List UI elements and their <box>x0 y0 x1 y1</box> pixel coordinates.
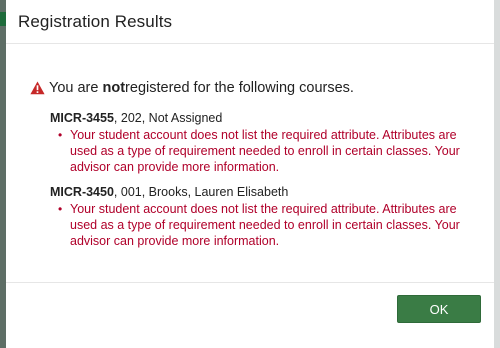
course-code: MICR-3450 <box>50 185 114 199</box>
course-line: MICR-3455, 202, Not Assigned <box>50 110 480 126</box>
page: Registration Results You are not registe… <box>0 0 500 348</box>
warning-triangle-icon <box>30 81 45 95</box>
registration-results-dialog: Registration Results You are not registe… <box>6 0 494 348</box>
dialog-footer: OK <box>6 282 494 348</box>
notice-emphasis: not <box>102 80 126 96</box>
error-text: Your student account does not list the r… <box>70 128 460 174</box>
error-list: • Your student account does not list the… <box>50 201 480 249</box>
backdrop-right <box>494 0 500 348</box>
ok-button[interactable]: OK <box>397 295 481 323</box>
course-line: MICR-3450, 001, Brooks, Lauren Elisabeth <box>50 184 480 200</box>
error-message: • Your student account does not list the… <box>58 201 480 249</box>
course-details: , 001, Brooks, Lauren Elisabeth <box>113 185 289 199</box>
dialog-body: You are not registered for the following… <box>6 44 494 282</box>
course-item: MICR-3455, 202, Not Assigned • Your stud… <box>50 110 480 175</box>
bullet-icon: • <box>58 202 63 216</box>
dialog-header: Registration Results <box>6 0 494 44</box>
course-code: MICR-3455 <box>50 111 114 125</box>
error-list: • Your student account does not list the… <box>50 127 480 175</box>
course-item: MICR-3450, 001, Brooks, Lauren Elisabeth… <box>50 184 480 249</box>
notice-prefix: You are <box>49 80 99 96</box>
registration-notice: You are not registered for the following… <box>30 80 354 96</box>
error-text: Your student account does not list the r… <box>70 202 460 248</box>
error-message: • Your student account does not list the… <box>58 127 480 175</box>
course-details: , 202, Not Assigned <box>113 111 223 125</box>
notice-suffix: registered for the following courses. <box>125 80 354 96</box>
bullet-icon: • <box>58 128 63 142</box>
dialog-title: Registration Results <box>18 12 173 31</box>
